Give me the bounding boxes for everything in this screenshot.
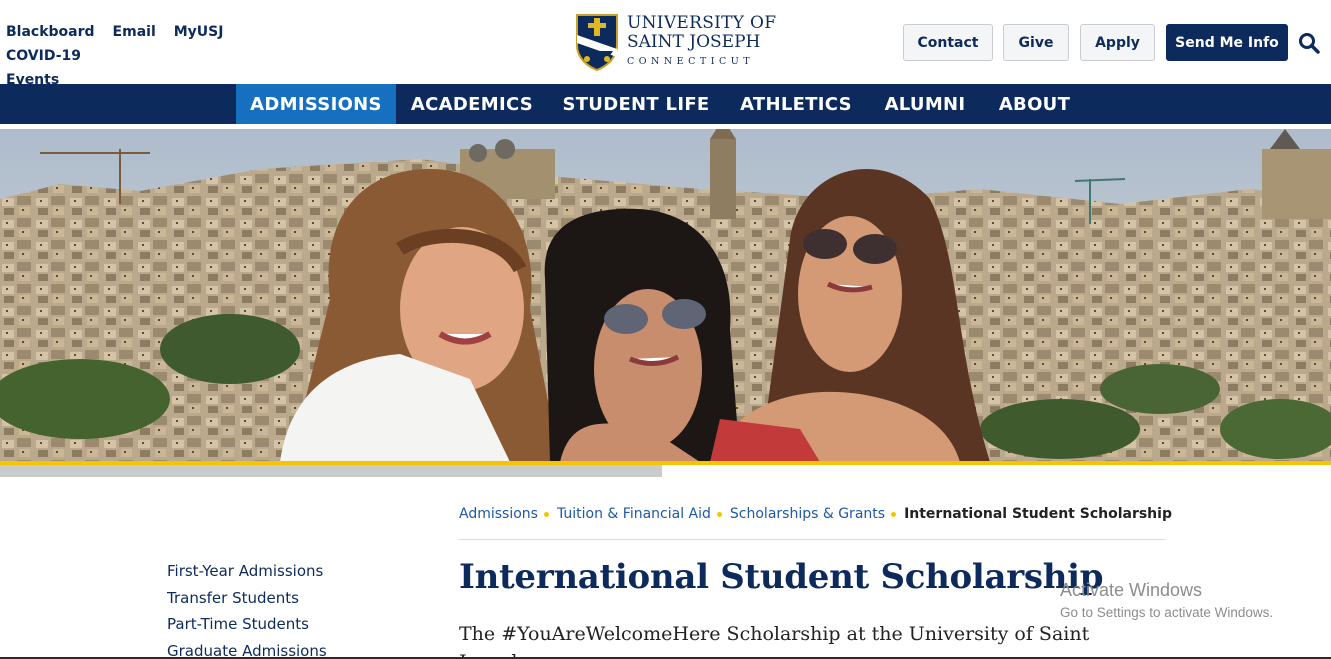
breadcrumb: Admissions Tuition & Financial Aid Schol… bbox=[459, 503, 1172, 525]
nav-athletics[interactable]: ATHLETICS bbox=[724, 84, 868, 124]
breadcrumb-tuition[interactable]: Tuition & Financial Aid bbox=[557, 506, 711, 522]
breadcrumb-separator bbox=[543, 511, 549, 517]
hero-progress-bar bbox=[0, 465, 662, 477]
activate-windows-watermark: Activate Windows Go to Settings to activ… bbox=[1060, 580, 1273, 620]
breadcrumb-separator bbox=[891, 511, 897, 517]
send-me-info-button[interactable]: Send Me Info bbox=[1166, 24, 1288, 61]
watermark-title: Activate Windows bbox=[1060, 580, 1203, 600]
main-navigation: ADMISSIONS ACADEMICS STUDENT LIFE ATHLET… bbox=[0, 84, 1331, 124]
nav-student-life[interactable]: STUDENT LIFE bbox=[548, 84, 724, 124]
contact-button[interactable]: Contact bbox=[903, 24, 993, 61]
nav-about[interactable]: ABOUT bbox=[982, 84, 1087, 124]
sidebar-item-first-year[interactable]: First-Year Admissions bbox=[167, 558, 327, 585]
divider bbox=[459, 539, 1165, 540]
hero-image bbox=[0, 129, 1331, 462]
sidebar-item-graduate[interactable]: Graduate Admissions bbox=[167, 638, 327, 659]
nav-admissions[interactable]: ADMISSIONS bbox=[236, 84, 396, 124]
apply-button[interactable]: Apply bbox=[1080, 24, 1155, 61]
crest-icon bbox=[576, 14, 618, 71]
sidebar-item-transfer[interactable]: Transfer Students bbox=[167, 585, 327, 612]
breadcrumb-current: International Student Scholarship bbox=[904, 506, 1172, 522]
university-logo[interactable]: UNIVERSITY OF SAINT JOSEPH CONNECTICUT bbox=[575, 13, 776, 71]
covid-link[interactable]: COVID-19 bbox=[6, 44, 81, 68]
breadcrumb-scholarships[interactable]: Scholarships & Grants bbox=[730, 506, 885, 522]
breadcrumb-separator bbox=[716, 511, 722, 517]
hero-illustration bbox=[0, 129, 1331, 462]
sidebar-item-part-time[interactable]: Part-Time Students bbox=[167, 611, 327, 638]
breadcrumb-admissions[interactable]: Admissions bbox=[459, 506, 538, 522]
search-icon[interactable] bbox=[1298, 32, 1320, 54]
give-button[interactable]: Give bbox=[1003, 24, 1069, 61]
intro-paragraph: The #YouAreWelcomeHere Scholarship at th… bbox=[459, 623, 1090, 659]
logo-line-1: UNIVERSITY OF bbox=[627, 13, 777, 33]
utility-links: Blackboard Email MyUSJCOVID-19 Events bbox=[6, 20, 306, 92]
logo-line-3: CONNECTICUT bbox=[627, 56, 755, 67]
logo-line-2: SAINT JOSEPH bbox=[627, 32, 761, 52]
email-link[interactable]: Email bbox=[113, 20, 156, 44]
sidebar-nav: First-Year Admissions Transfer Students … bbox=[167, 558, 327, 659]
blackboard-link[interactable]: Blackboard bbox=[6, 20, 95, 44]
myusj-link[interactable]: MyUSJ bbox=[174, 20, 224, 44]
nav-alumni[interactable]: ALUMNI bbox=[868, 84, 982, 124]
page-title: International Student Scholarship bbox=[459, 557, 1104, 597]
watermark-subtitle: Go to Settings to activate Windows. bbox=[1060, 605, 1274, 620]
nav-academics[interactable]: ACADEMICS bbox=[396, 84, 548, 124]
